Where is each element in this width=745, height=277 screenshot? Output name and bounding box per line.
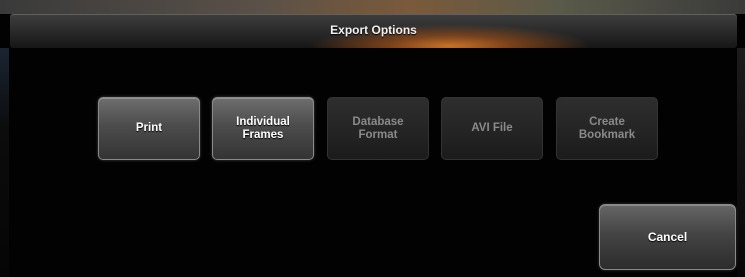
print-label: Print [135, 122, 163, 134]
export-options-dialog: Export Options Print Individual Frames D… [0, 0, 745, 277]
avi-file-label: AVI File [471, 122, 513, 134]
print-button[interactable]: Print [98, 97, 200, 160]
title-bar: Export Options [10, 14, 737, 48]
cancel-label: Cancel [647, 230, 688, 244]
left-border [0, 48, 9, 277]
create-bookmark-button[interactable]: Create Bookmark [556, 97, 658, 160]
background-strip [0, 0, 745, 14]
individual-frames-label: Individual Frames [236, 115, 290, 141]
database-format-label: Database Format [352, 115, 404, 141]
create-bookmark-label: Create Bookmark [578, 115, 636, 141]
database-format-button[interactable]: Database Format [327, 97, 429, 160]
cancel-button[interactable]: Cancel [599, 204, 736, 270]
avi-file-button[interactable]: AVI File [441, 97, 543, 160]
dialog-title: Export Options [330, 23, 417, 37]
individual-frames-button[interactable]: Individual Frames [212, 97, 314, 160]
right-border [737, 48, 745, 277]
